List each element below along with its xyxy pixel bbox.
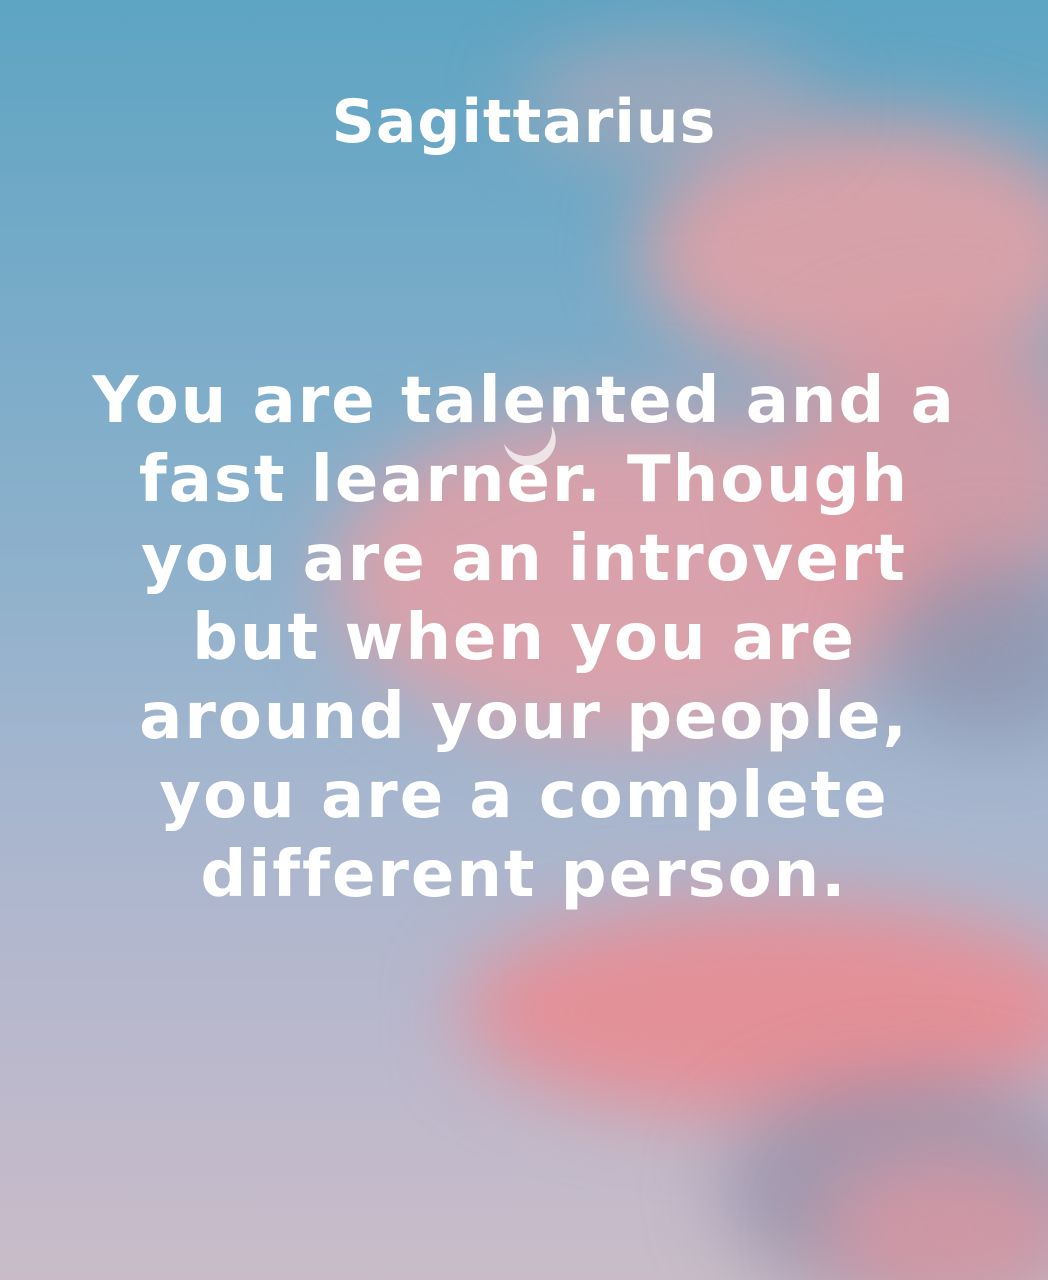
- quote-line: different person.: [200, 838, 848, 912]
- horoscope-quote: You are talented and a fast learner. Tho…: [40, 362, 1008, 915]
- quote-line: but when you are: [192, 601, 856, 675]
- zodiac-title: Sagittarius: [331, 87, 717, 157]
- quote-line: you are an introvert: [141, 522, 907, 596]
- quote-line: you are a complete: [159, 759, 889, 833]
- quote-line: around your people,: [139, 680, 909, 754]
- quote-line: You are talented and a: [92, 364, 956, 438]
- quote-line: fast learner. Though: [138, 443, 910, 517]
